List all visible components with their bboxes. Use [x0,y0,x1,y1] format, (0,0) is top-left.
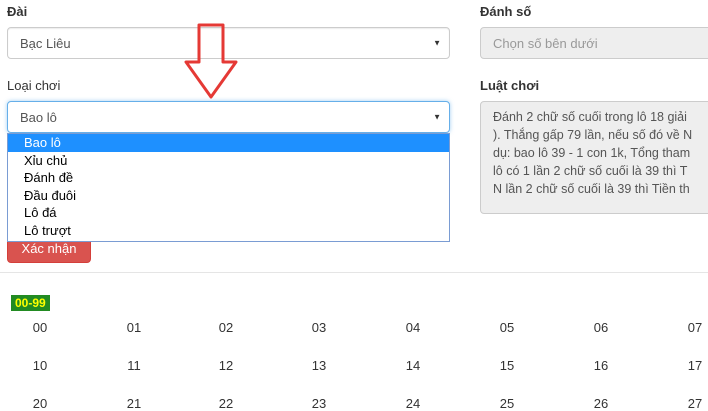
dai-label: Đài [7,4,28,19]
number-cell[interactable]: 24 [393,396,433,411]
section-divider [0,272,708,273]
luat-choi-line: Đánh 2 chữ số cuối trong lô 18 giải [493,110,687,124]
chevron-down-icon: ▼ [433,38,441,48]
dropdown-option[interactable]: Lô trượt [8,222,449,240]
luat-choi-label: Luật chơi [480,78,540,93]
number-cell[interactable]: 02 [206,320,246,335]
number-cell[interactable]: 04 [393,320,433,335]
chevron-down-icon: ▼ [433,112,441,122]
luat-choi-line: ). Thắng gấp 79 lần, nếu số đó về N [493,128,693,142]
dai-select-value: Bạc Liêu [20,35,71,51]
number-cell[interactable]: 26 [581,396,621,411]
number-cell[interactable]: 21 [114,396,154,411]
luat-choi-line: dụ: bao lô 39 - 1 con 1k, Tổng tham [493,146,691,160]
dropdown-option[interactable]: Bao lô [8,134,449,152]
down-arrow-icon [184,23,238,99]
number-cell[interactable]: 12 [206,358,246,373]
dropdown-option[interactable]: Đầu đuôi [8,187,449,205]
loai-choi-select[interactable]: Bao lô ▼ [7,101,450,133]
number-cell[interactable]: 07 [675,320,708,335]
luat-choi-line: lô có 1 lần 2 chữ số cuối là 39 thì T [493,164,688,178]
number-cell[interactable]: 23 [299,396,339,411]
luat-choi-textarea[interactable]: Đánh 2 chữ số cuối trong lô 18 giải ). T… [480,101,708,214]
danh-so-label: Đánh số [480,4,532,19]
danh-so-placeholder: Chọn số bên dưới [493,35,598,51]
danh-so-input[interactable]: Chọn số bên dưới [480,27,708,59]
number-cell[interactable]: 22 [206,396,246,411]
range-badge[interactable]: 00-99 [11,295,50,311]
number-cell[interactable]: 15 [487,358,527,373]
number-cell[interactable]: 03 [299,320,339,335]
number-cell[interactable]: 16 [581,358,621,373]
number-cell[interactable]: 01 [114,320,154,335]
loai-choi-label: Loại chơi [7,78,61,93]
luat-choi-line: N lần 2 chữ số cuối là 39 thì Tiền th [493,182,690,196]
number-cell[interactable]: 10 [20,358,60,373]
number-cell[interactable]: 14 [393,358,433,373]
dropdown-option[interactable]: Đánh đề [8,169,449,187]
number-cell[interactable]: 13 [299,358,339,373]
number-cell[interactable]: 27 [675,396,708,411]
number-cell[interactable]: 06 [581,320,621,335]
confirm-button-label: Xác nhận [21,240,77,256]
dropdown-option[interactable]: Xỉu chủ [8,152,449,170]
dropdown-option[interactable]: Lô đá [8,204,449,222]
number-cell[interactable]: 11 [114,358,154,373]
number-cell[interactable]: 17 [675,358,708,373]
loai-choi-select-value: Bao lô [20,109,57,125]
number-cell[interactable]: 00 [20,320,60,335]
loai-choi-dropdown: Bao lô Xỉu chủ Đánh đề Đầu đuôi Lô đá Lô… [7,133,450,242]
number-cell[interactable]: 20 [20,396,60,411]
number-cell[interactable]: 05 [487,320,527,335]
number-cell[interactable]: 25 [487,396,527,411]
